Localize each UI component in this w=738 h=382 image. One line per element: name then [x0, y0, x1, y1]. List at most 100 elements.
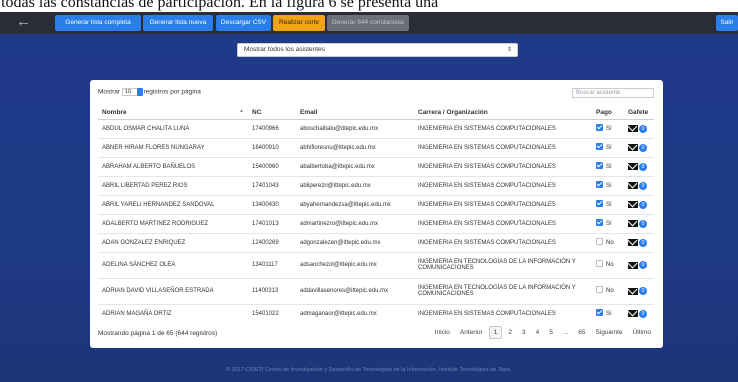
payment-checkbox[interactable]: [596, 218, 603, 226]
cell-career: INGENIERIA EN SISTEMAS COMPUTACIONALES: [414, 118, 592, 138]
attendees-table: Nombre ▲ NC Email Carrera / Organización …: [98, 107, 654, 323]
payment-checkbox[interactable]: [596, 142, 603, 150]
payment-label: No: [606, 288, 614, 295]
cell-email: aboschalitalu@ittepic.edu.mx: [296, 118, 414, 138]
cell-nc: 17401013: [248, 213, 296, 233]
search-input[interactable]: Buscar asistente: [572, 88, 654, 98]
table-info: Mostrando página 1 de 65 (644 registros): [98, 330, 218, 337]
payment-checkbox[interactable]: [596, 286, 603, 294]
envelope-icon[interactable]: [628, 163, 638, 170]
cell-email: adsanchezol@ittepic.edu.mx: [296, 251, 414, 278]
cell-name: ABRIL LIBERTAD PEREZ RIOS: [98, 175, 248, 195]
per-page-label: registros por página: [143, 88, 201, 96]
table-row: ABNER HIRAM FLORES NUNGARAY 16400910 abhif…: [98, 137, 654, 157]
envelope-icon[interactable]: [628, 287, 638, 295]
document-caption: e todas las constancias de participación…: [0, 0, 738, 12]
envelope-icon[interactable]: [628, 144, 638, 151]
generate-certificates-button[interactable]: Generar 644 constancias: [327, 15, 409, 31]
column-header-email[interactable]: Email: [296, 107, 414, 120]
cell-career: INGENIERIA EN SISTEMAS COMPUTACIONALES: [414, 175, 592, 195]
page-link[interactable]: 2: [504, 327, 516, 338]
page-link[interactable]: Siguiente: [591, 327, 626, 338]
sort-asc-icon: ▲: [239, 108, 244, 114]
cell-badge: 0: [624, 232, 654, 252]
envelope-icon[interactable]: [628, 201, 638, 208]
badge-count: 0: [639, 287, 647, 295]
cell-career: INGENIERIA EN SISTEMAS COMPUTACIONALES: [414, 232, 592, 252]
cell-badge: 0: [624, 277, 654, 304]
table-row: ABRIL LIBERTAD PEREZ RIOS 17401043 abliper…: [98, 175, 654, 195]
payment-checkbox[interactable]: [596, 309, 603, 317]
attendee-filter-select[interactable]: Mostrar todos los asistentes ⇕: [237, 43, 518, 57]
envelope-icon[interactable]: [628, 239, 638, 246]
cell-name: ABNER HIRAM FLORES NUNGARAY: [98, 137, 248, 157]
cell-badge: 0: [624, 213, 654, 233]
page-link[interactable]: 5: [545, 327, 557, 338]
envelope-icon[interactable]: [628, 261, 638, 269]
page-link[interactable]: 1: [488, 326, 503, 339]
page-length-select[interactable]: 10: [121, 88, 143, 96]
payment-label: Sí: [606, 183, 612, 190]
payment-checkbox[interactable]: [596, 237, 603, 245]
cell-payment: Sí: [592, 194, 624, 214]
page-link[interactable]: 65: [574, 327, 589, 338]
cell-career: INGENIERIA EN SISTEMAS COMPUTACIONALES: [414, 194, 592, 214]
cell-name: ABRAHAM ALBERTO BAÑUELOS: [98, 156, 248, 176]
payment-checkbox[interactable]: [596, 161, 603, 169]
column-header-payment[interactable]: Pago: [592, 107, 624, 120]
cell-nc: 17400966: [248, 118, 296, 138]
table-row: ABRIL YARELI HERNANDEZ SANDOVAL 13400430 a…: [98, 194, 654, 214]
cell-payment: Sí: [592, 137, 624, 157]
cell-email: addavillasenores@ittepic.edu.mx: [296, 277, 414, 304]
cell-badge: 0: [624, 251, 654, 278]
show-label: Mostrar: [98, 88, 121, 96]
cut-button[interactable]: Realizar corte: [273, 15, 325, 31]
page-link[interactable]: Inicio: [431, 327, 454, 338]
cell-badge: 0: [624, 118, 654, 138]
column-header-career[interactable]: Carrera / Organización: [414, 107, 592, 120]
cell-name: ADELINA SÁNCHEZ OLEA: [98, 251, 248, 278]
select-arrows-icon: ⇕: [506, 47, 512, 53]
payment-label: Sí: [606, 145, 612, 152]
envelope-icon[interactable]: [628, 220, 638, 227]
cell-badge: 0: [624, 156, 654, 176]
cell-payment: No: [592, 251, 624, 278]
cell-nc: 16400910: [248, 137, 296, 157]
badge-count: 0: [639, 162, 647, 171]
top-toolbar: ← Generar lista completa Generar lista n…: [0, 12, 738, 34]
exit-button[interactable]: Salir: [716, 15, 738, 31]
cell-career: INGENIERIA EN SISTEMAS COMPUTACIONALES: [414, 137, 592, 157]
envelope-icon[interactable]: [628, 125, 638, 132]
badge-count: 0: [639, 219, 647, 228]
cell-name: ABDUL OSMAR CHALITA LUNA: [98, 118, 248, 138]
footer-copyright: © 2017 CIDETI Centro de Investigación y …: [226, 367, 512, 373]
payment-checkbox[interactable]: [596, 180, 603, 188]
payment-checkbox[interactable]: [596, 123, 603, 131]
payment-label: Sí: [606, 164, 612, 171]
cell-nc: 11400313: [248, 277, 296, 304]
cell-career: INGENIERIA EN TECNOLOGÍAS DE LA INFORMAC…: [414, 251, 592, 278]
back-arrow-icon[interactable]: ←: [16, 13, 31, 30]
cell-badge: 0: [624, 137, 654, 157]
page-link[interactable]: Anterior: [456, 327, 487, 338]
column-header-name[interactable]: Nombre ▲: [98, 107, 248, 120]
page-link: ...: [562, 329, 569, 336]
column-header-badge[interactable]: Gafete: [624, 107, 654, 120]
badge-count: 0: [639, 309, 647, 318]
envelope-icon[interactable]: [628, 182, 638, 189]
cell-nc: 12400269: [248, 232, 296, 252]
envelope-icon[interactable]: [628, 310, 638, 318]
table-row: ADRIAN MAGAÑA ORTIZ 15401022 admaganaor@it…: [98, 303, 654, 323]
download-csv-button[interactable]: Descargar CSV: [216, 15, 271, 31]
payment-checkbox[interactable]: [596, 199, 603, 207]
generate-new-list-button[interactable]: Generar lista nueva: [143, 15, 213, 31]
payment-checkbox[interactable]: [596, 260, 603, 268]
badge-count: 0: [639, 238, 647, 247]
page-link[interactable]: 3: [518, 327, 530, 338]
generate-full-list-button[interactable]: Generar lista completa: [55, 15, 141, 31]
column-header-nc[interactable]: NC: [248, 107, 296, 120]
table-row: ADRIAN DAVID VILLASEÑOR ESTRADA 11400313 a…: [98, 277, 654, 304]
page-link[interactable]: Último: [629, 327, 655, 338]
cell-name: ABRIL YARELI HERNANDEZ SANDOVAL: [98, 194, 248, 214]
page-link[interactable]: 4: [532, 327, 544, 338]
